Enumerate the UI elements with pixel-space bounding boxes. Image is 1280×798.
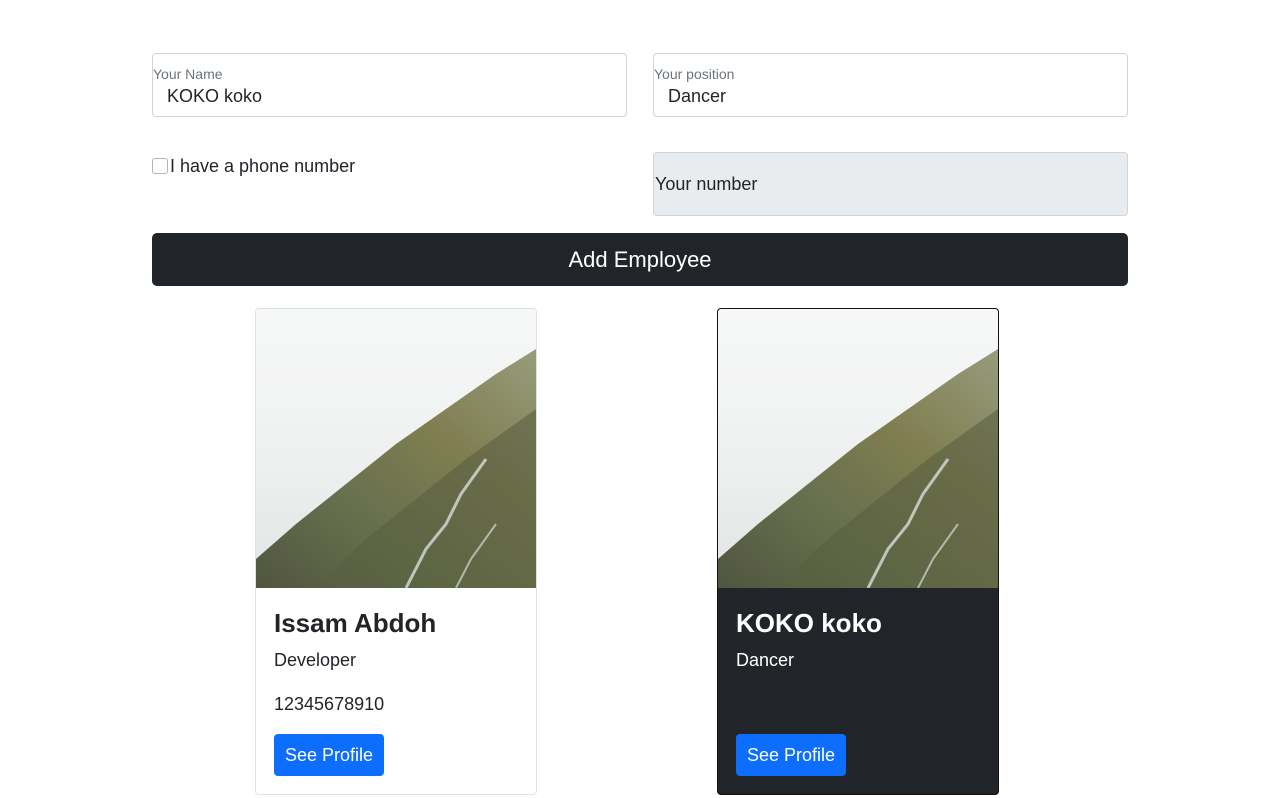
position-field-value: Dancer xyxy=(668,86,727,106)
employee-name: KOKO koko xyxy=(736,608,882,638)
phone-checkbox[interactable] xyxy=(152,158,168,174)
employee-photo xyxy=(718,309,998,588)
name-field-value: KOKO koko xyxy=(167,86,263,106)
number-field-placeholder: Your number xyxy=(655,174,758,194)
employee-position: Dancer xyxy=(736,650,795,670)
employee-photo xyxy=(256,309,536,588)
employee-card: KOKO koko Dancer See Profile xyxy=(717,308,999,795)
employee-position: Developer xyxy=(274,650,357,670)
phone-checkbox-group: I have a phone number xyxy=(152,155,355,177)
name-field-label: Your Name xyxy=(153,66,223,82)
employee-page: Your Name KOKO koko Your position Dancer… xyxy=(0,0,1280,798)
see-profile-button[interactable]: See Profile xyxy=(736,734,846,776)
position-field[interactable]: Your position Dancer xyxy=(653,53,1128,117)
employee-name: Issam Abdoh xyxy=(274,608,437,638)
see-profile-button[interactable]: See Profile xyxy=(274,734,384,776)
add-employee-button[interactable]: Add Employee xyxy=(152,233,1128,286)
employee-phone: 12345678910 xyxy=(274,694,385,714)
name-field[interactable]: Your Name KOKO koko xyxy=(152,53,627,117)
employee-card: Issam Abdoh Developer 12345678910 See Pr… xyxy=(255,308,537,795)
number-field[interactable]: Your number xyxy=(653,152,1128,216)
position-field-label: Your position xyxy=(654,66,735,82)
phone-checkbox-label[interactable]: I have a phone number xyxy=(170,155,355,177)
